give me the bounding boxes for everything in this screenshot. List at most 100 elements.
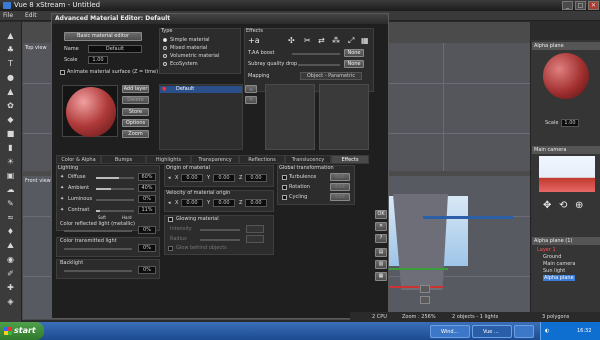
contrast-slider[interactable] bbox=[96, 209, 134, 213]
zoom-camera-icon[interactable]: ⊕ bbox=[575, 200, 583, 211]
viewport-nav-icon-2[interactable] bbox=[420, 296, 430, 304]
diffuse-value[interactable]: 60% bbox=[138, 173, 156, 181]
layer-visibility-icon[interactable]: ● bbox=[162, 86, 166, 92]
effect-scale-icon[interactable]: ⤢ bbox=[348, 36, 354, 46]
scale-field[interactable]: 1.00 bbox=[88, 56, 108, 64]
luminous-slider[interactable] bbox=[96, 198, 134, 202]
material-name-field[interactable]: Default bbox=[88, 45, 142, 53]
mountain-icon[interactable]: ▲ bbox=[3, 86, 18, 97]
cycling-checkbox[interactable] bbox=[282, 195, 287, 200]
maximize-button[interactable]: □ bbox=[575, 1, 586, 10]
right-scale-field[interactable]: 1.00 bbox=[561, 119, 579, 127]
drop-icon[interactable]: ◈ bbox=[3, 296, 18, 307]
ecosystem-radio[interactable] bbox=[163, 62, 167, 66]
water-icon[interactable]: ≈ bbox=[3, 212, 18, 223]
light-icon[interactable]: ☀ bbox=[3, 156, 18, 167]
cylinder-icon[interactable]: ▮ bbox=[3, 142, 18, 153]
delete-layer-button[interactable]: Delete bbox=[122, 96, 149, 104]
camera-preview[interactable] bbox=[539, 156, 595, 192]
rotate-icon[interactable]: ⟲ bbox=[559, 200, 567, 211]
velocity-z-field[interactable]: 0.00 bbox=[245, 199, 267, 207]
glow-intensity-field[interactable] bbox=[246, 225, 264, 233]
layer-up-button[interactable]: ▲ bbox=[245, 85, 257, 93]
help-button[interactable]: ? bbox=[375, 234, 387, 243]
origin-z-field[interactable]: 0.00 bbox=[245, 174, 267, 182]
subray-drop-none[interactable]: None bbox=[344, 60, 364, 68]
camera-icon[interactable]: ▣ bbox=[3, 170, 18, 181]
layer-root[interactable]: Layer 1 bbox=[537, 247, 556, 253]
turbulence-edit-button[interactable]: Edit bbox=[330, 173, 350, 181]
render-icon[interactable]: ◉ bbox=[3, 254, 18, 265]
tab-effects[interactable]: Effects bbox=[331, 155, 369, 164]
material-preview-sphere[interactable] bbox=[543, 53, 589, 99]
velocity-x-field[interactable]: 0.00 bbox=[181, 199, 203, 207]
rotation-checkbox[interactable] bbox=[282, 185, 287, 190]
ok-button[interactable]: OK bbox=[375, 210, 387, 219]
save-material-icon[interactable]: ▤ bbox=[375, 248, 387, 257]
taa-boost-none[interactable]: None bbox=[344, 49, 364, 57]
tab-color-alpha[interactable]: Color & Alpha bbox=[56, 155, 101, 164]
color-reflected-value[interactable]: 0% bbox=[138, 226, 156, 234]
text-icon[interactable]: T bbox=[3, 58, 18, 69]
sphere-icon[interactable]: ● bbox=[3, 72, 18, 83]
effect-add-icon[interactable]: +a bbox=[248, 36, 260, 45]
color-reflected-slider[interactable] bbox=[64, 229, 132, 233]
alpha-plane-object[interactable] bbox=[393, 194, 448, 290]
glowing-material-checkbox[interactable] bbox=[168, 217, 173, 222]
simple-material-radio[interactable] bbox=[163, 38, 167, 42]
effect-grid-icon[interactable]: ▦ bbox=[361, 36, 369, 45]
fire-icon[interactable]: ♦ bbox=[3, 226, 18, 237]
taskbar-task-2[interactable]: Vue ... bbox=[472, 325, 512, 338]
store-button[interactable]: Store bbox=[122, 108, 149, 116]
options-button[interactable]: Options bbox=[122, 119, 149, 127]
contrast-value[interactable]: 11% bbox=[138, 206, 156, 214]
glow-radius-field[interactable] bbox=[246, 235, 264, 243]
cycling-edit-button[interactable]: Edit bbox=[330, 193, 350, 201]
layer-item-main-camera[interactable]: Main camera bbox=[543, 261, 575, 267]
paint-icon[interactable]: ✐ bbox=[3, 268, 18, 279]
layer-down-button[interactable]: ▼ bbox=[245, 96, 257, 104]
ambient-slider[interactable] bbox=[96, 187, 134, 191]
effect-flip-icon[interactable]: ⇄ bbox=[318, 36, 325, 45]
move-icon[interactable]: ✥ bbox=[543, 200, 551, 211]
layer-item-sun-light[interactable]: Sun light bbox=[543, 268, 565, 274]
close-button[interactable]: ✕ bbox=[588, 1, 599, 10]
pin-icon[interactable]: ✚ bbox=[3, 282, 18, 293]
menu-file[interactable]: File bbox=[3, 11, 13, 21]
tray-icon[interactable]: ◐ bbox=[545, 328, 549, 334]
layer-item-alpha-plane[interactable]: Alpha plane bbox=[543, 275, 575, 281]
diffuse-slider[interactable] bbox=[96, 176, 134, 180]
color-transmitted-value[interactable]: 0% bbox=[138, 244, 156, 252]
layer-row-default[interactable] bbox=[160, 86, 242, 93]
cloud-icon[interactable]: ☁ bbox=[3, 184, 18, 195]
animate-surface-checkbox[interactable] bbox=[60, 70, 65, 75]
origin-x-field[interactable]: 0.00 bbox=[181, 174, 203, 182]
load-material-icon[interactable]: ▥ bbox=[375, 260, 387, 269]
tab-reflections[interactable]: Reflections bbox=[239, 155, 285, 164]
glow-radius-slider[interactable] bbox=[200, 238, 240, 242]
tab-bumps[interactable]: Bumps bbox=[101, 155, 146, 164]
volumetric-material-radio[interactable] bbox=[163, 54, 167, 58]
color-transmitted-slider[interactable] bbox=[64, 247, 132, 251]
rock-icon[interactable]: ◆ bbox=[3, 114, 18, 125]
export-material-icon[interactable]: ▦ bbox=[375, 272, 387, 281]
ambient-value[interactable]: 40% bbox=[138, 184, 156, 192]
layer-slot-1[interactable] bbox=[265, 84, 315, 150]
tab-transparency[interactable]: Transparency bbox=[191, 155, 239, 164]
add-layer-button[interactable]: Add layer bbox=[122, 85, 149, 93]
luminous-value[interactable]: 0% bbox=[138, 195, 156, 203]
glow-behind-checkbox[interactable] bbox=[168, 246, 173, 251]
minimize-button[interactable]: _ bbox=[562, 1, 573, 10]
material-preview-ball[interactable] bbox=[66, 87, 116, 137]
taskbar-task-1[interactable]: Wind... bbox=[430, 325, 470, 338]
backlight-slider[interactable] bbox=[64, 269, 132, 273]
viewport-nav-icon-1[interactable] bbox=[420, 285, 430, 293]
effect-dots-icon[interactable]: ⁂ bbox=[332, 36, 340, 45]
tab-translucency[interactable]: Translucency bbox=[285, 155, 331, 164]
cursor-icon[interactable]: ▲ bbox=[3, 30, 18, 41]
layer-item-ground[interactable]: Ground bbox=[543, 254, 561, 260]
mixed-material-radio[interactable] bbox=[163, 46, 167, 50]
effect-wand-icon[interactable]: ✣ bbox=[288, 36, 295, 45]
zoom-button[interactable]: Zoom bbox=[122, 130, 149, 138]
subray-drop-slider[interactable] bbox=[298, 63, 340, 67]
